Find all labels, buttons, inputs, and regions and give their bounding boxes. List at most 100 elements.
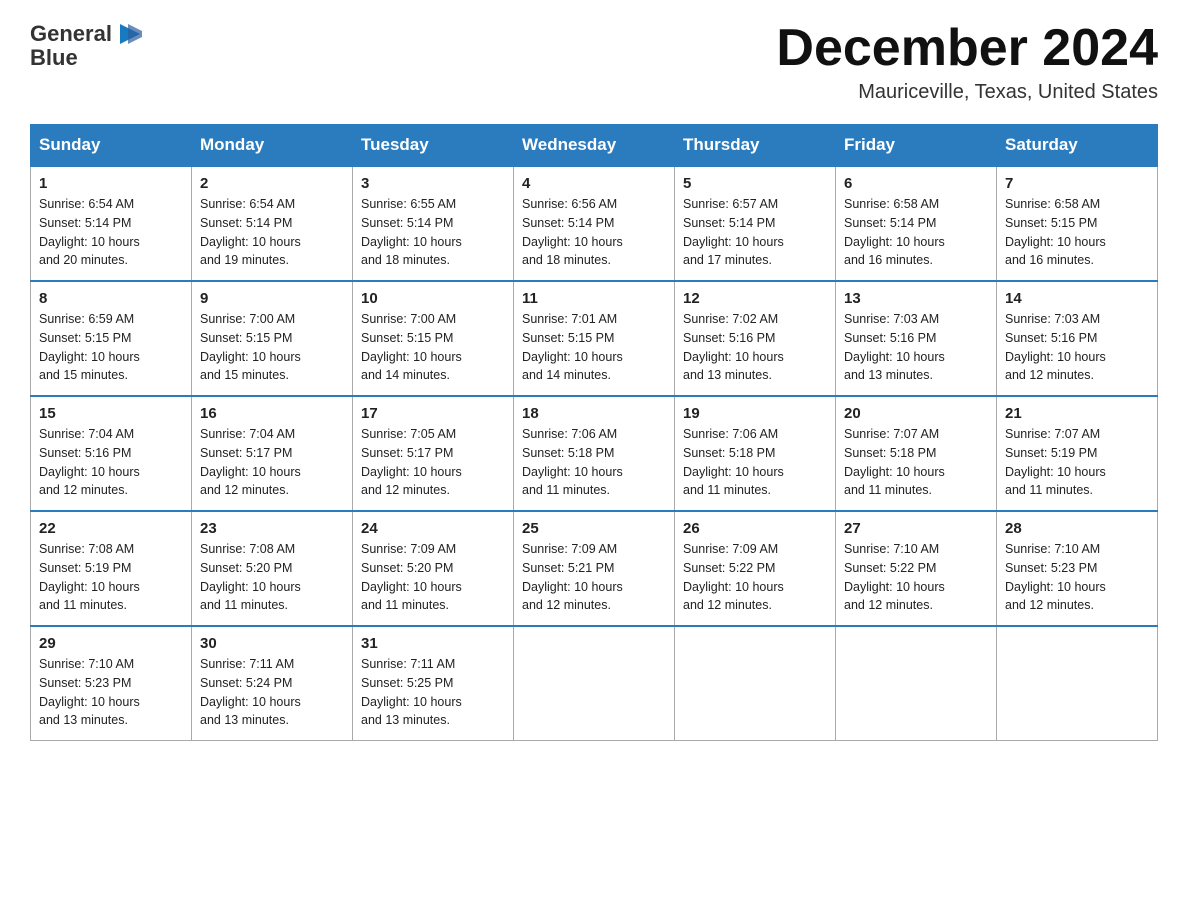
header-monday: Monday [192,125,353,167]
day-cell-25: 25 Sunrise: 7:09 AMSunset: 5:21 PMDaylig… [514,511,675,626]
day-cell-30: 30 Sunrise: 7:11 AMSunset: 5:24 PMDaylig… [192,626,353,741]
day-number: 31 [361,635,505,652]
day-cell-26: 26 Sunrise: 7:09 AMSunset: 5:22 PMDaylig… [675,511,836,626]
logo-text-blue: Blue [30,46,78,70]
day-info: Sunrise: 6:56 AMSunset: 5:14 PMDaylight:… [522,197,623,267]
day-cell-27: 27 Sunrise: 7:10 AMSunset: 5:22 PMDaylig… [836,511,997,626]
day-number: 5 [683,175,827,192]
day-cell-8: 8 Sunrise: 6:59 AMSunset: 5:15 PMDayligh… [31,281,192,396]
day-number: 2 [200,175,344,192]
day-cell-17: 17 Sunrise: 7:05 AMSunset: 5:17 PMDaylig… [353,396,514,511]
day-info: Sunrise: 7:10 AMSunset: 5:23 PMDaylight:… [1005,542,1106,612]
day-cell-9: 9 Sunrise: 7:00 AMSunset: 5:15 PMDayligh… [192,281,353,396]
day-cell-2: 2 Sunrise: 6:54 AMSunset: 5:14 PMDayligh… [192,166,353,281]
day-info: Sunrise: 7:06 AMSunset: 5:18 PMDaylight:… [522,427,623,497]
week-row-1: 1 Sunrise: 6:54 AMSunset: 5:14 PMDayligh… [31,166,1158,281]
day-number: 14 [1005,290,1149,307]
day-number: 16 [200,405,344,422]
day-info: Sunrise: 6:58 AMSunset: 5:14 PMDaylight:… [844,197,945,267]
day-info: Sunrise: 7:10 AMSunset: 5:23 PMDaylight:… [39,657,140,727]
day-cell-20: 20 Sunrise: 7:07 AMSunset: 5:18 PMDaylig… [836,396,997,511]
calendar-header-row: SundayMondayTuesdayWednesdayThursdayFrid… [31,125,1158,167]
header-tuesday: Tuesday [353,125,514,167]
day-number: 20 [844,405,988,422]
day-info: Sunrise: 6:59 AMSunset: 5:15 PMDaylight:… [39,312,140,382]
day-number: 24 [361,520,505,537]
day-info: Sunrise: 7:09 AMSunset: 5:22 PMDaylight:… [683,542,784,612]
logo-text-general: General [30,22,112,46]
day-number: 7 [1005,175,1149,192]
day-info: Sunrise: 7:03 AMSunset: 5:16 PMDaylight:… [844,312,945,382]
day-info: Sunrise: 7:10 AMSunset: 5:22 PMDaylight:… [844,542,945,612]
day-number: 29 [39,635,183,652]
day-number: 8 [39,290,183,307]
day-cell-19: 19 Sunrise: 7:06 AMSunset: 5:18 PMDaylig… [675,396,836,511]
day-number: 4 [522,175,666,192]
day-number: 9 [200,290,344,307]
empty-cell-w4d4 [675,626,836,741]
day-number: 3 [361,175,505,192]
day-cell-14: 14 Sunrise: 7:03 AMSunset: 5:16 PMDaylig… [997,281,1158,396]
day-number: 26 [683,520,827,537]
day-info: Sunrise: 7:02 AMSunset: 5:16 PMDaylight:… [683,312,784,382]
day-number: 28 [1005,520,1149,537]
day-info: Sunrise: 7:00 AMSunset: 5:15 PMDaylight:… [200,312,301,382]
logo-triangle-icon [114,20,142,48]
day-info: Sunrise: 7:11 AMSunset: 5:24 PMDaylight:… [200,657,301,727]
day-cell-13: 13 Sunrise: 7:03 AMSunset: 5:16 PMDaylig… [836,281,997,396]
empty-cell-w4d3 [514,626,675,741]
day-info: Sunrise: 7:08 AMSunset: 5:20 PMDaylight:… [200,542,301,612]
day-cell-28: 28 Sunrise: 7:10 AMSunset: 5:23 PMDaylig… [997,511,1158,626]
day-info: Sunrise: 7:07 AMSunset: 5:18 PMDaylight:… [844,427,945,497]
day-info: Sunrise: 7:00 AMSunset: 5:15 PMDaylight:… [361,312,462,382]
day-info: Sunrise: 6:54 AMSunset: 5:14 PMDaylight:… [39,197,140,267]
day-cell-11: 11 Sunrise: 7:01 AMSunset: 5:15 PMDaylig… [514,281,675,396]
header-sunday: Sunday [31,125,192,167]
week-row-2: 8 Sunrise: 6:59 AMSunset: 5:15 PMDayligh… [31,281,1158,396]
day-info: Sunrise: 7:08 AMSunset: 5:19 PMDaylight:… [39,542,140,612]
day-info: Sunrise: 7:05 AMSunset: 5:17 PMDaylight:… [361,427,462,497]
day-cell-3: 3 Sunrise: 6:55 AMSunset: 5:14 PMDayligh… [353,166,514,281]
day-info: Sunrise: 6:55 AMSunset: 5:14 PMDaylight:… [361,197,462,267]
day-cell-7: 7 Sunrise: 6:58 AMSunset: 5:15 PMDayligh… [997,166,1158,281]
day-cell-22: 22 Sunrise: 7:08 AMSunset: 5:19 PMDaylig… [31,511,192,626]
day-info: Sunrise: 7:04 AMSunset: 5:16 PMDaylight:… [39,427,140,497]
day-info: Sunrise: 7:03 AMSunset: 5:16 PMDaylight:… [1005,312,1106,382]
day-number: 1 [39,175,183,192]
day-cell-18: 18 Sunrise: 7:06 AMSunset: 5:18 PMDaylig… [514,396,675,511]
day-cell-4: 4 Sunrise: 6:56 AMSunset: 5:14 PMDayligh… [514,166,675,281]
day-info: Sunrise: 7:07 AMSunset: 5:19 PMDaylight:… [1005,427,1106,497]
day-cell-15: 15 Sunrise: 7:04 AMSunset: 5:16 PMDaylig… [31,396,192,511]
day-number: 17 [361,405,505,422]
day-info: Sunrise: 6:58 AMSunset: 5:15 PMDaylight:… [1005,197,1106,267]
week-row-3: 15 Sunrise: 7:04 AMSunset: 5:16 PMDaylig… [31,396,1158,511]
logo: General Blue [30,20,142,70]
day-number: 11 [522,290,666,307]
header-thursday: Thursday [675,125,836,167]
day-cell-5: 5 Sunrise: 6:57 AMSunset: 5:14 PMDayligh… [675,166,836,281]
month-title: December 2024 [776,20,1158,77]
day-number: 12 [683,290,827,307]
day-cell-1: 1 Sunrise: 6:54 AMSunset: 5:14 PMDayligh… [31,166,192,281]
day-number: 23 [200,520,344,537]
day-info: Sunrise: 7:06 AMSunset: 5:18 PMDaylight:… [683,427,784,497]
day-cell-12: 12 Sunrise: 7:02 AMSunset: 5:16 PMDaylig… [675,281,836,396]
day-info: Sunrise: 7:09 AMSunset: 5:21 PMDaylight:… [522,542,623,612]
day-number: 22 [39,520,183,537]
day-number: 15 [39,405,183,422]
day-number: 30 [200,635,344,652]
day-number: 6 [844,175,988,192]
week-row-5: 29 Sunrise: 7:10 AMSunset: 5:23 PMDaylig… [31,626,1158,741]
day-number: 10 [361,290,505,307]
day-info: Sunrise: 7:01 AMSunset: 5:15 PMDaylight:… [522,312,623,382]
location-subtitle: Mauriceville, Texas, United States [776,81,1158,104]
title-block: December 2024 Mauriceville, Texas, Unite… [776,20,1158,104]
day-info: Sunrise: 7:11 AMSunset: 5:25 PMDaylight:… [361,657,462,727]
day-number: 25 [522,520,666,537]
calendar-table: SundayMondayTuesdayWednesdayThursdayFrid… [30,124,1158,741]
day-number: 21 [1005,405,1149,422]
day-info: Sunrise: 7:04 AMSunset: 5:17 PMDaylight:… [200,427,301,497]
empty-cell-w4d5 [836,626,997,741]
day-cell-21: 21 Sunrise: 7:07 AMSunset: 5:19 PMDaylig… [997,396,1158,511]
day-info: Sunrise: 7:09 AMSunset: 5:20 PMDaylight:… [361,542,462,612]
